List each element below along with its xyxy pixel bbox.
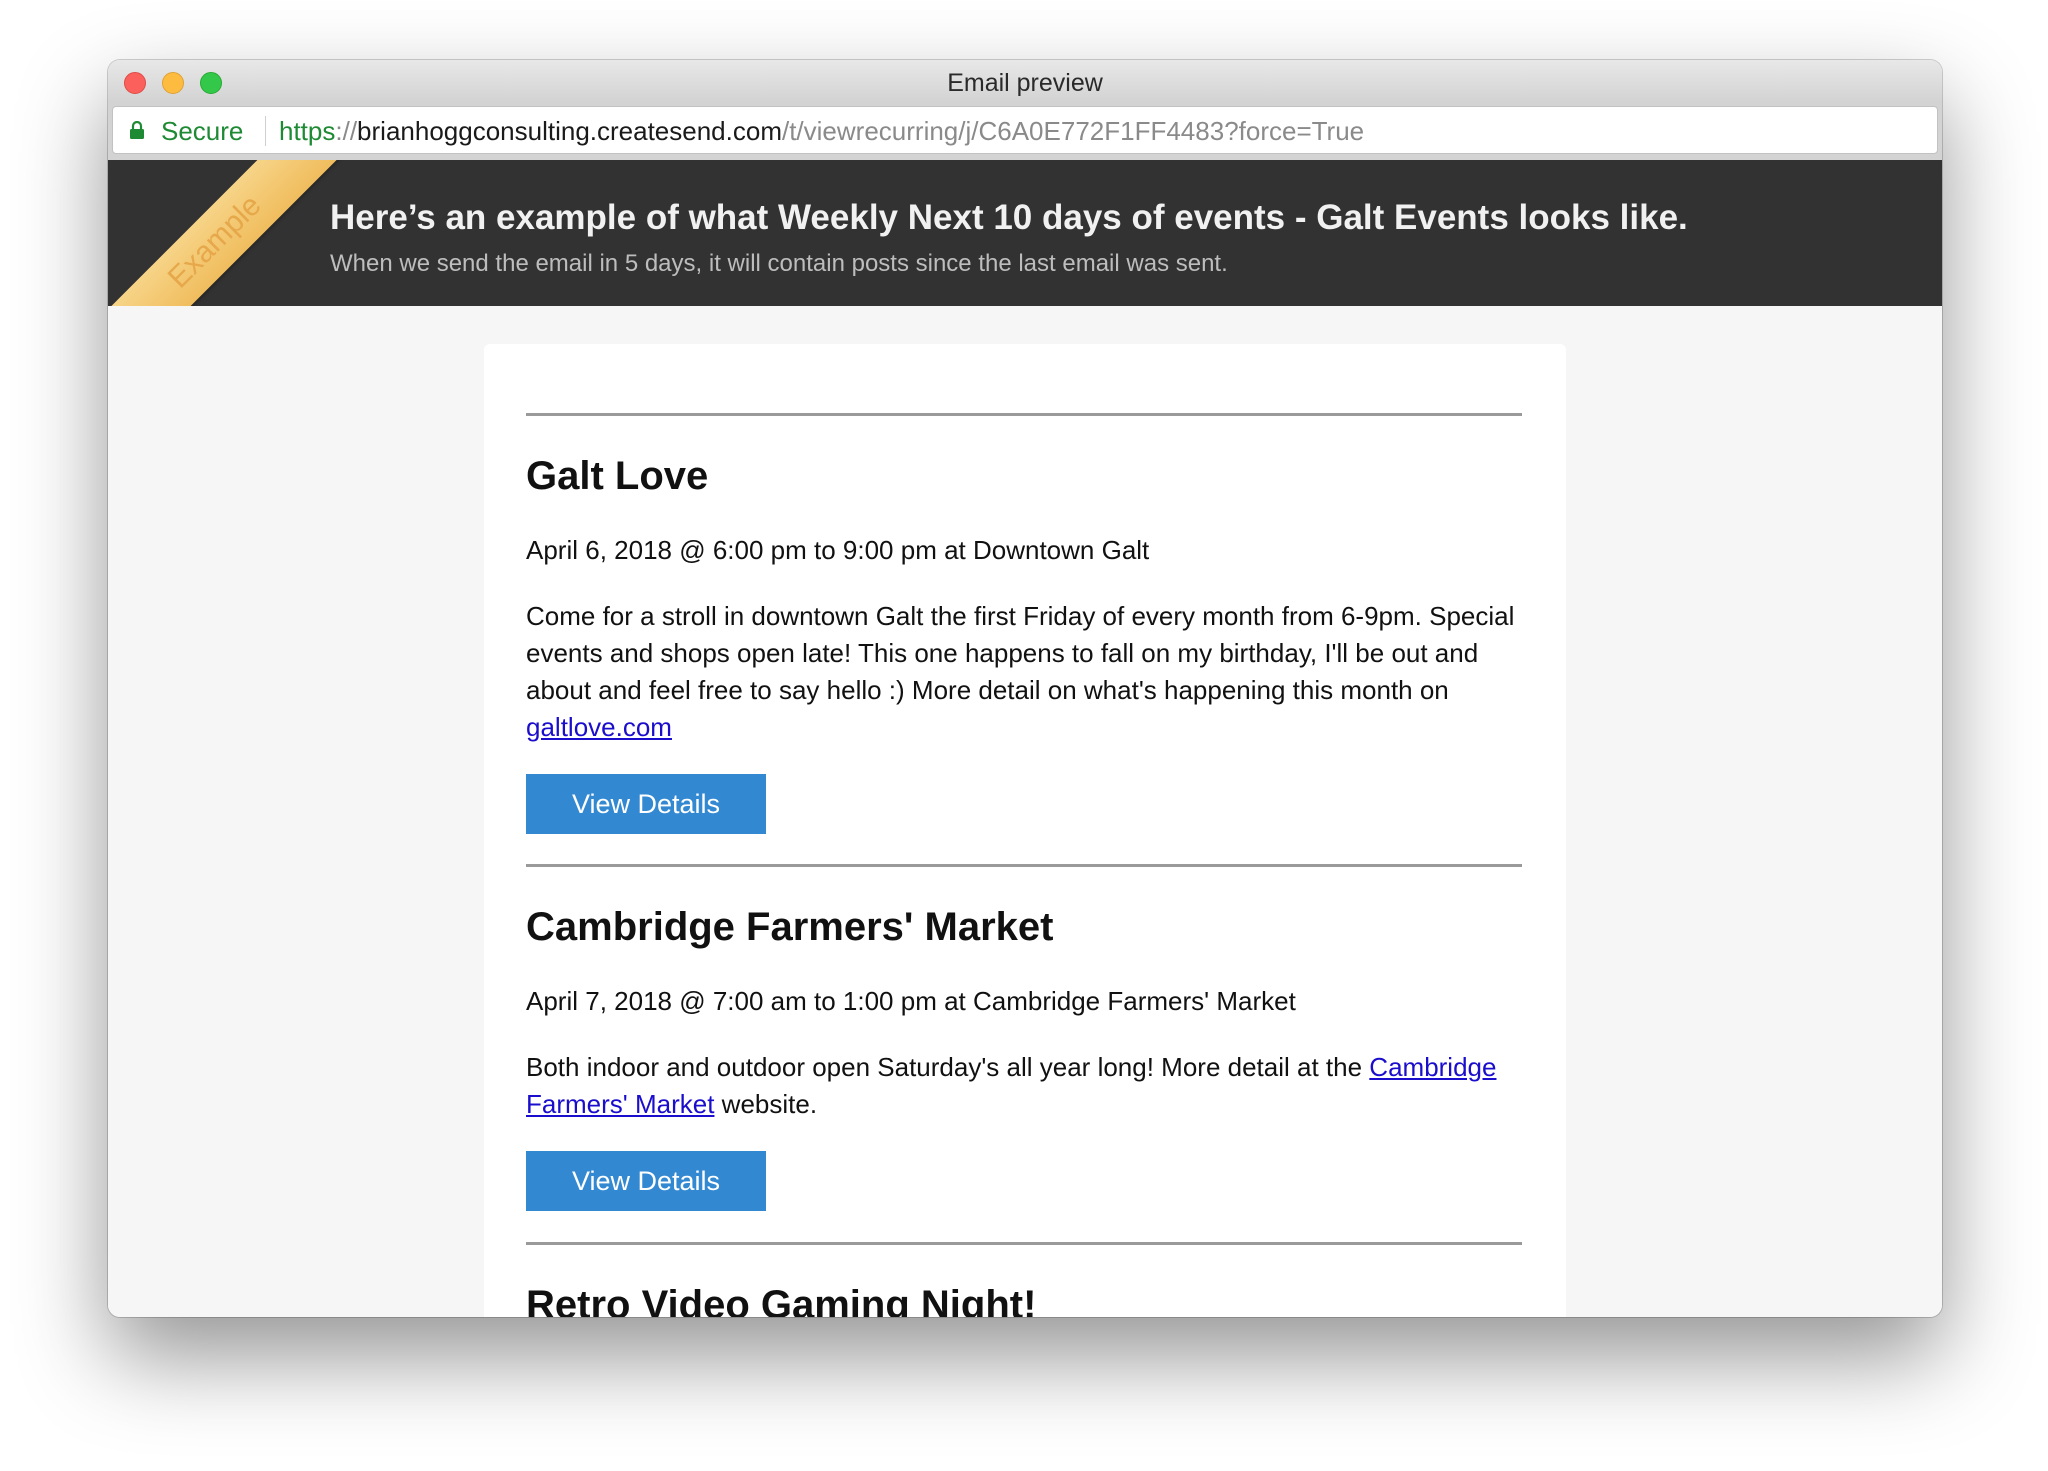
view-details-button[interactable]: View Details bbox=[526, 1151, 766, 1211]
url-field[interactable]: Secure https://brianhoggconsulting.creat… bbox=[112, 106, 1938, 154]
divider bbox=[526, 1242, 1522, 1245]
event-description-text: Come for a stroll in downtown Galt the f… bbox=[526, 601, 1515, 705]
event-description-text: Both indoor and outdoor open Saturday's … bbox=[526, 1052, 1370, 1082]
event-title: Cambridge Farmers' Market bbox=[526, 905, 1054, 949]
event-item: Galt Love April 6, 2018 @ 6:00 pm to 9:0… bbox=[526, 413, 1522, 834]
url-separator: :// bbox=[335, 116, 358, 146]
email-card: Galt Love April 6, 2018 @ 6:00 pm to 9:0… bbox=[484, 344, 1566, 1317]
example-ribbon: Example bbox=[108, 160, 352, 306]
event-description-tail: website. bbox=[714, 1089, 818, 1119]
event-title: Galt Love bbox=[526, 454, 709, 498]
event-description: Both indoor and outdoor open Saturday's … bbox=[526, 1049, 1522, 1123]
address-divider bbox=[265, 116, 266, 146]
lock-icon bbox=[130, 121, 144, 139]
banner-title: Here’s an example of what Weekly Next 10… bbox=[330, 198, 1688, 237]
banner-subtitle: When we send the email in 5 days, it wil… bbox=[330, 250, 1228, 277]
divider bbox=[526, 413, 1522, 416]
view-details-button[interactable]: View Details bbox=[526, 774, 766, 834]
event-description: Come for a stroll in downtown Galt the f… bbox=[526, 598, 1522, 746]
window-title: Email preview bbox=[947, 69, 1103, 97]
galtlove-link[interactable]: galtlove.com bbox=[526, 712, 672, 742]
divider bbox=[526, 864, 1522, 867]
email-preview-area[interactable]: Galt Love April 6, 2018 @ 6:00 pm to 9:0… bbox=[108, 306, 1942, 1317]
browser-window: Email preview Secure https://brianhoggco… bbox=[108, 60, 1942, 1317]
secure-label: Secure bbox=[161, 116, 244, 146]
event-datetime: April 6, 2018 @ 6:00 pm to 9:00 pm at Do… bbox=[526, 535, 1150, 565]
title-bar: Email preview bbox=[108, 60, 1942, 102]
event-datetime: April 7, 2018 @ 7:00 am to 1:00 pm at Ca… bbox=[526, 986, 1296, 1016]
event-title: Retro Video Gaming Night! bbox=[526, 1283, 1037, 1317]
address-bar: Secure https://brianhoggconsulting.creat… bbox=[108, 102, 1942, 160]
url-scheme: https bbox=[279, 116, 336, 146]
url-host: brianhoggconsulting.createsend.com bbox=[357, 116, 782, 146]
example-banner: Example Here’s an example of what Weekly… bbox=[108, 160, 1942, 306]
event-item: Retro Video Gaming Night! bbox=[526, 1242, 1522, 1317]
url-path: /t/viewrecurring/j/C6A0E772F1FF4483?forc… bbox=[781, 116, 1365, 146]
event-item: Cambridge Farmers' Market April 7, 2018 … bbox=[526, 864, 1522, 1211]
url-text[interactable]: https://brianhoggconsulting.createsend.c… bbox=[279, 116, 1364, 147]
